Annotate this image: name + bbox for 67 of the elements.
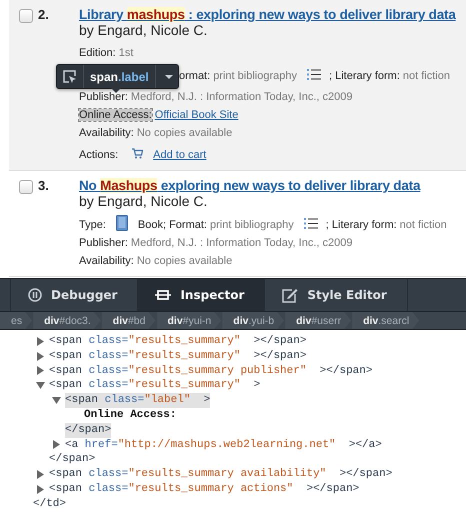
field-label: Publisher: xyxy=(79,237,128,249)
expand-arrow-icon[interactable] xyxy=(36,470,45,480)
field-label: Availability: xyxy=(79,255,134,267)
field-label: Publisher: xyxy=(79,91,128,103)
breadcrumb[interactable]: div#userr xyxy=(285,312,352,329)
field-label: ormat: xyxy=(179,70,210,82)
list-icon xyxy=(304,217,318,230)
code-line[interactable]: <span class="results_summary availability" ></span> xyxy=(49,467,392,482)
devtools-tab[interactable]: Style Editor xyxy=(264,279,407,311)
expand-arrow-icon[interactable] xyxy=(36,366,45,376)
breadcrumb[interactable]: div#doc3. xyxy=(33,312,101,329)
breadcrumb[interactable]: div#bd xyxy=(102,312,156,329)
field-value: print bibliography xyxy=(213,70,297,82)
code-line[interactable]: </span> xyxy=(49,452,96,468)
field-label: ; Literary form: xyxy=(326,219,397,231)
link[interactable]: Add to cart xyxy=(153,149,206,161)
list-icon xyxy=(306,68,321,81)
checkbox[interactable] xyxy=(19,9,33,23)
expand-arrow-icon[interactable] xyxy=(36,336,45,346)
expand-arrow-icon[interactable] xyxy=(52,440,61,450)
devtools-tab[interactable]: Inspector xyxy=(137,279,264,311)
code-line[interactable]: <span class="results_summary" > xyxy=(49,378,260,394)
field-value: 1st xyxy=(118,47,134,59)
field-label: Type: xyxy=(79,219,106,231)
code-line[interactable]: <span class="results_summary" ></span> xyxy=(49,334,306,349)
code-line[interactable]: </td> xyxy=(33,496,66,512)
author-text: by Engard, Nicole C. xyxy=(79,193,208,209)
element-label: span.label xyxy=(84,65,156,88)
breadcrumb[interactable]: div.yui-b xyxy=(222,312,284,329)
edit-icon xyxy=(282,288,298,302)
expand-arrow-icon[interactable] xyxy=(36,352,45,361)
inspector-icon xyxy=(155,288,172,302)
breadcrumb[interactable]: div.searcl xyxy=(352,312,420,329)
field-value: Medford, N.J. : Information Today, Inc., c2009 xyxy=(130,237,352,249)
field-label: Edition: xyxy=(79,47,116,59)
author-text: by Engard, Nicole C. xyxy=(79,22,208,38)
result-number: 3. xyxy=(38,178,49,193)
pause-icon xyxy=(28,288,42,302)
code-line[interactable]: <span class="results_summary publisher" ></span> xyxy=(49,364,372,378)
field-value: not fiction xyxy=(400,219,447,231)
field-label: ; Literary form: xyxy=(328,70,400,82)
picker-icon xyxy=(63,70,77,84)
field-value: Medford, N.J. : Information Today, Inc., c2009 xyxy=(130,91,352,103)
field-value: No copies available xyxy=(136,127,232,139)
breadcrumb[interactable]: div#yui-n xyxy=(156,312,222,329)
field-label: Book; Format: xyxy=(138,219,207,231)
link[interactable]: Official Book Site xyxy=(154,109,238,121)
code-line[interactable]: <span class="results_summary" ></span> xyxy=(49,348,306,364)
result-title-link[interactable]: Library mashups : exploring new ways to deliver library data xyxy=(79,7,456,22)
field-label: Actions: xyxy=(79,149,118,161)
result-number: 2. xyxy=(38,7,49,22)
code-line[interactable]: <span class="results_summary actions" ></span> xyxy=(49,482,360,497)
book-icon xyxy=(116,215,128,231)
field-value: No copies available xyxy=(136,255,232,267)
expand-arrow-icon[interactable] xyxy=(36,484,45,494)
breadcrumb[interactable]: es xyxy=(0,312,32,329)
field-value: print bibliography xyxy=(210,219,294,231)
field-label: Availability: xyxy=(79,127,134,139)
field-label: Online Access: xyxy=(79,109,152,121)
result-title-link[interactable]: No Mashups exploring new ways to deliver library data xyxy=(79,178,420,193)
collapse-arrow-icon[interactable] xyxy=(52,396,61,406)
collapse-arrow-icon[interactable] xyxy=(36,381,45,390)
text-node[interactable]: Online Access: xyxy=(81,408,176,423)
field-value: not fiction xyxy=(402,70,450,82)
checkbox[interactable] xyxy=(19,180,33,194)
code-line[interactable]: <a href="http://mashups.web2learning.net" ></a> xyxy=(65,438,382,452)
cart-icon xyxy=(132,148,144,159)
